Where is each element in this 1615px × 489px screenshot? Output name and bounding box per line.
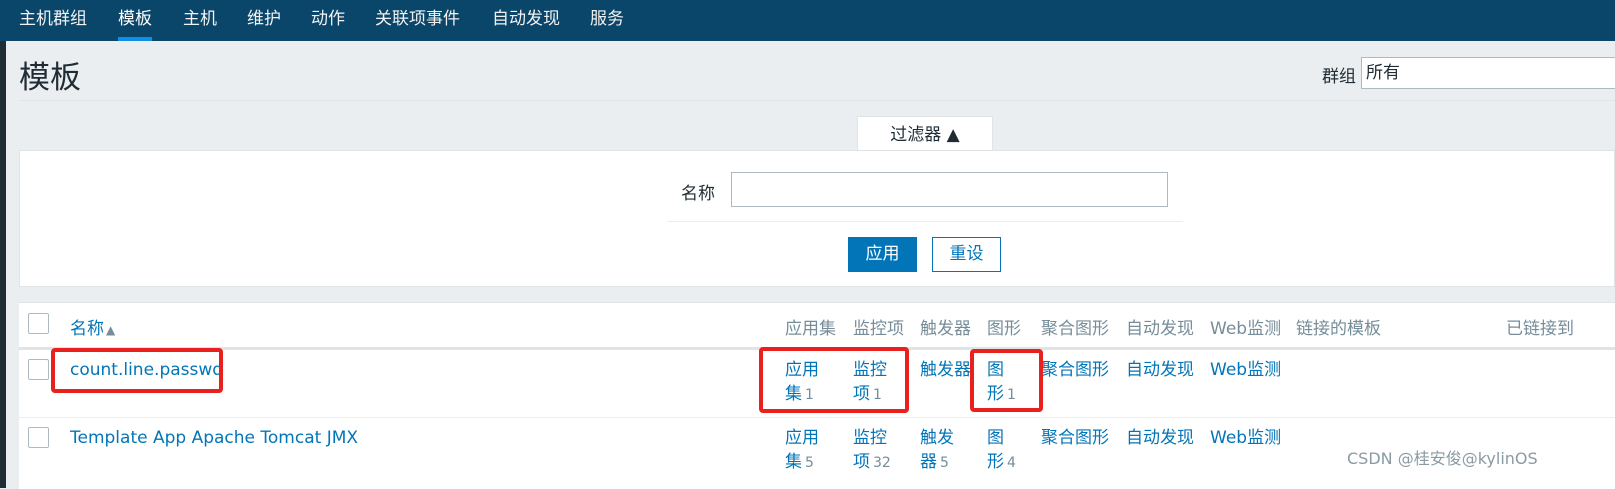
items-label-line2: 项: [853, 452, 870, 472]
applications-link[interactable]: 应用集 5: [785, 426, 819, 475]
triggers-label-line2: 器: [920, 452, 937, 472]
applications-count: 1: [805, 387, 814, 403]
header-divider: [19, 100, 1615, 101]
graphs-link[interactable]: 图形4: [987, 426, 1016, 475]
top-navigation: 主机群组 模板 主机 维护 动作 关联项事件 自动发现 服务: [0, 0, 1615, 41]
graphs-link[interactable]: 图形1: [987, 358, 1016, 407]
items-label-line1: 监控: [853, 428, 887, 448]
applications-label-line1: 应用: [785, 428, 819, 448]
items-link[interactable]: 监控项 32: [853, 426, 891, 475]
nav-item-actions[interactable]: 动作: [311, 0, 345, 41]
items-count: 32: [873, 455, 891, 471]
row-checkbox[interactable]: [28, 427, 49, 448]
triggers-link[interactable]: 触发器 5: [920, 426, 954, 475]
screens-link[interactable]: 聚合图形: [1041, 358, 1109, 382]
nav-item-discovery[interactable]: 自动发现: [492, 0, 560, 41]
triggers-count: 5: [940, 455, 949, 471]
items-label-line1: 监控: [853, 360, 887, 380]
nav-item-hosts[interactable]: 主机: [183, 0, 217, 41]
applications-link[interactable]: 应用集 1: [785, 358, 819, 407]
column-header-graphs: 图形: [987, 319, 1021, 339]
nav-item-services[interactable]: 服务: [590, 0, 624, 41]
column-header-name[interactable]: 名称 ▲: [70, 314, 115, 339]
watermark: CSDN @桂安俊@kylinOS: [1347, 449, 1538, 468]
graphs-label-line1: 图: [987, 428, 1004, 448]
screens-link[interactable]: 聚合图形: [1041, 426, 1109, 450]
graphs-count: 4: [1007, 455, 1016, 471]
nav-item-correlation[interactable]: 关联项事件: [375, 0, 460, 41]
table-row: count.line.passwd 应用集 1 监控项 1 触发器 图形1 聚合图形…: [19, 350, 1615, 418]
triggers-label-line1: 触发器: [920, 360, 971, 380]
web-link[interactable]: Web监测: [1210, 358, 1281, 382]
column-header-linked-to: 已链接到: [1506, 319, 1574, 339]
nav-item-host-groups[interactable]: 主机群组: [19, 0, 87, 41]
applications-label-line2: 集: [785, 452, 802, 472]
template-name-link[interactable]: count.line.passwd: [70, 358, 223, 382]
triggers-label-line1: 触发: [920, 428, 954, 448]
nav-item-templates[interactable]: 模板: [118, 0, 152, 41]
nav-item-maintenance[interactable]: 维护: [247, 0, 281, 41]
graphs-count: 1: [1007, 387, 1016, 403]
discovery-link[interactable]: 自动发现: [1126, 358, 1194, 382]
column-header-items: 监控项: [853, 319, 904, 339]
apply-button[interactable]: 应用: [848, 237, 917, 272]
applications-label-line2: 集: [785, 384, 802, 404]
filter-panel: [19, 150, 1615, 287]
reset-button[interactable]: 重设: [932, 237, 1001, 272]
filter-separator: [667, 221, 1183, 222]
discovery-link[interactable]: 自动发现: [1126, 426, 1194, 450]
column-header-triggers: 触发器: [920, 319, 971, 339]
applications-label-line1: 应用: [785, 360, 819, 380]
triggers-link[interactable]: 触发器: [920, 358, 971, 382]
select-all-checkbox[interactable]: [28, 313, 49, 334]
graphs-label-line2: 形: [987, 452, 1004, 472]
column-header-applications: 应用集: [785, 319, 836, 339]
items-label-line2: 项: [853, 384, 870, 404]
row-checkbox[interactable]: [28, 359, 49, 380]
column-header-web: Web监测: [1210, 319, 1282, 339]
window-edge: [0, 0, 6, 488]
items-link[interactable]: 监控项 1: [853, 358, 887, 407]
graphs-label-line1: 图: [987, 360, 1004, 380]
name-filter-label: 名称: [681, 184, 715, 204]
column-header-screens: 聚合图形: [1041, 319, 1109, 339]
graphs-label-line2: 形: [987, 384, 1004, 404]
web-link[interactable]: Web监测: [1210, 426, 1281, 450]
group-select[interactable]: 所有: [1361, 57, 1615, 89]
applications-count: 5: [805, 455, 814, 471]
group-label: 群组: [1322, 67, 1356, 87]
column-header-discovery: 自动发现: [1126, 319, 1194, 339]
table-header: 名称 ▲ 应用集 监控项 触发器 图形 聚合图形 自动发现 Web监测 链接的模板…: [19, 303, 1615, 350]
column-header-linked-templates: 链接的模板: [1296, 319, 1381, 339]
template-name-link[interactable]: Template App Apache Tomcat JMX: [70, 426, 358, 450]
name-filter-input[interactable]: [731, 172, 1168, 207]
column-name-label: 名称: [70, 319, 104, 339]
filter-tab[interactable]: 过滤器 ▲: [857, 116, 993, 151]
page-title: 模板: [19, 60, 81, 96]
sort-ascending-icon: ▲: [106, 323, 116, 337]
items-count: 1: [873, 387, 882, 403]
